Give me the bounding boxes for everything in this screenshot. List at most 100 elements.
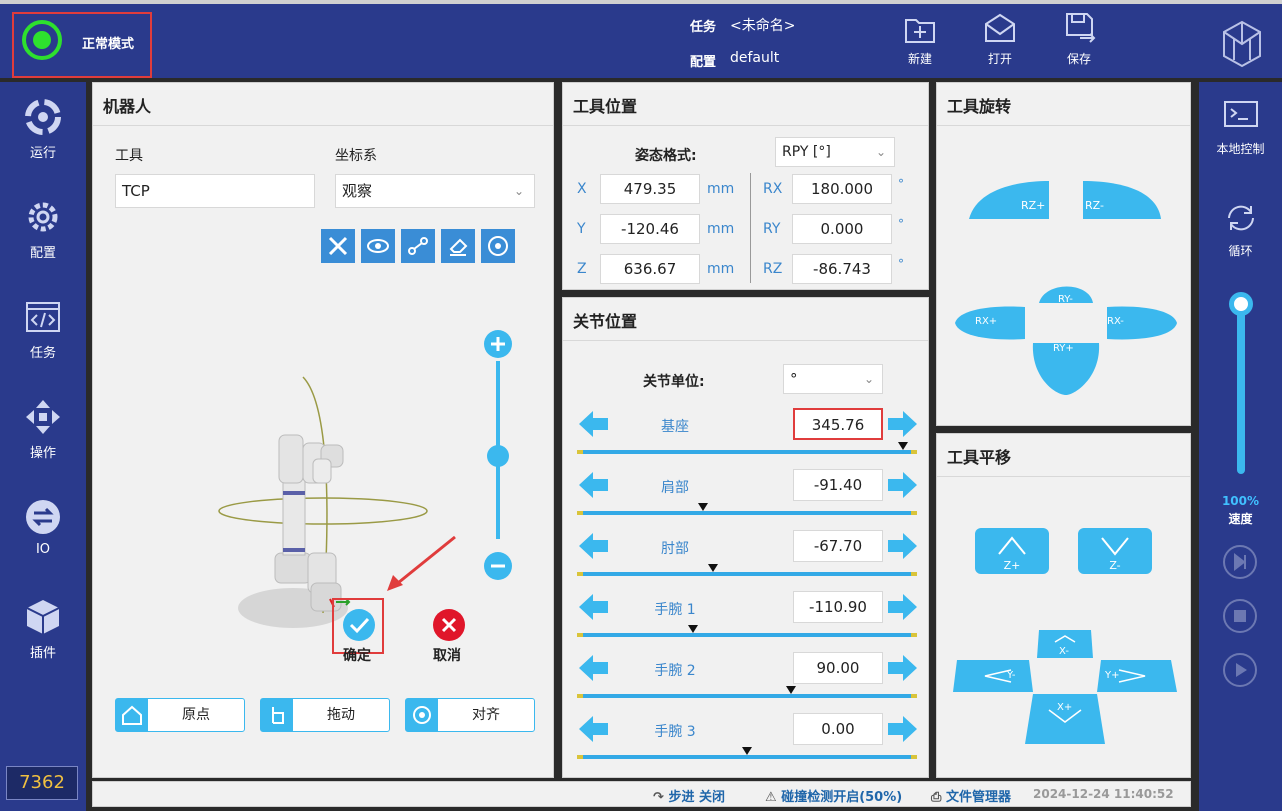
x-minus-label: X- [1059, 646, 1069, 657]
joint-value-field[interactable]: -110.90 [793, 591, 883, 623]
joint-increase-button[interactable] [887, 532, 919, 560]
joint-limit-marker [577, 511, 583, 515]
joint-name: 基座 [661, 419, 689, 435]
collision-status[interactable]: ⚠ 碰撞检测开启(50%) [765, 786, 902, 805]
joint-slider-track[interactable] [577, 450, 917, 454]
position-value-field[interactable]: -120.46 [600, 214, 700, 244]
collision-label: 碰撞检测开启(50%) [781, 790, 903, 805]
joint-slider-track[interactable] [577, 572, 917, 576]
joint-slider-marker[interactable] [708, 564, 718, 572]
joint-value-field[interactable]: 90.00 [793, 652, 883, 684]
joint-value-field[interactable]: -91.40 [793, 469, 883, 501]
joint-slider-marker[interactable] [742, 747, 752, 755]
tool-settings-button[interactable] [321, 229, 355, 263]
joint-decrease-button[interactable] [577, 532, 609, 560]
mode-label: 正常模式 [82, 37, 135, 52]
loop-button[interactable]: 循环 [1199, 200, 1282, 259]
counter-display: 7362 [6, 766, 78, 800]
rx-minus-label: RX- [1107, 316, 1124, 327]
right-sidebar: 本地控制 循环 100% 速度 [1199, 82, 1282, 811]
align-label: 对齐 [472, 707, 500, 723]
speed-value: 100% [1221, 494, 1260, 508]
joint-slider-marker[interactable] [898, 442, 908, 450]
rotation-value-field[interactable]: 0.000 [792, 214, 892, 244]
position-value-field[interactable]: 479.35 [600, 174, 700, 204]
frame-value: 观察 [342, 182, 373, 200]
joint-slider-marker[interactable] [688, 625, 698, 633]
speed-slider-track[interactable] [1237, 294, 1245, 474]
joint-limit-marker [911, 511, 917, 515]
z-plus-button[interactable]: Z+ [975, 528, 1049, 574]
joint-increase-button[interactable] [887, 715, 919, 743]
sidebar-item-task[interactable]: 任务 [0, 282, 86, 372]
confirm-button[interactable] [343, 609, 375, 641]
view-button[interactable] [361, 229, 395, 263]
joint-slider-track[interactable] [577, 694, 917, 698]
zoom-in-icon[interactable] [483, 329, 513, 359]
joint-value-field[interactable]: -67.70 [793, 530, 883, 562]
ry-plus-label: RY+ [1053, 343, 1074, 354]
play-icon[interactable] [1222, 652, 1258, 688]
speed-slider-thumb[interactable] [1229, 292, 1253, 316]
sidebar-item-io[interactable]: IO [0, 482, 86, 572]
step-forward-icon[interactable] [1222, 544, 1258, 580]
joint-increase-button[interactable] [887, 593, 919, 621]
joint-slider-marker[interactable] [698, 503, 708, 511]
degree-unit: ° [898, 217, 904, 231]
zoom-slider-thumb[interactable] [487, 445, 509, 467]
rotation-value-field[interactable]: 180.000 [792, 174, 892, 204]
joint-slider-track[interactable] [577, 633, 917, 637]
divider [750, 173, 751, 283]
eye-icon [367, 239, 389, 253]
sidebar-item-config[interactable]: 配置 [0, 182, 86, 272]
sidebar-item-run[interactable]: 运行 [0, 82, 86, 172]
sidebar-item-operate[interactable]: 操作 [0, 382, 86, 472]
top-bar: 正常模式 任务 <未命名> 配置 default 新建 打开 保存 [0, 0, 1282, 78]
joint-unit-select[interactable]: ° ⌄ [783, 364, 883, 394]
loop-icon [1227, 205, 1254, 231]
joint-slider-marker[interactable] [786, 686, 796, 694]
cancel-button[interactable] [433, 609, 465, 641]
z-minus-button[interactable]: Z- [1078, 528, 1152, 574]
new-button[interactable]: 新建 [890, 12, 950, 82]
save-button[interactable]: 保存 [1049, 12, 1109, 82]
home-label: 原点 [182, 707, 210, 723]
frame-select[interactable]: 观察 ⌄ [335, 174, 535, 208]
sidebar-item-plugin[interactable]: 插件 [0, 582, 86, 672]
rotation-value-field[interactable]: -86.743 [792, 254, 892, 284]
joint-slider-track[interactable] [577, 755, 917, 759]
open-button[interactable]: 打开 [970, 12, 1030, 82]
joint-slider-track[interactable] [577, 511, 917, 515]
joint-decrease-button[interactable] [577, 471, 609, 499]
joint-increase-button[interactable] [887, 471, 919, 499]
joint-limit-marker [911, 694, 917, 698]
joint-decrease-button[interactable] [577, 410, 609, 438]
joint-increase-button[interactable] [887, 654, 919, 682]
joint-value-field[interactable]: 0.00 [793, 713, 883, 745]
eraser-button[interactable] [441, 229, 475, 263]
y-minus-button[interactable] [953, 660, 1033, 692]
joint-value-field[interactable]: 345.76 [793, 408, 883, 440]
local-control-button[interactable]: 本地控制 [1199, 100, 1282, 157]
path-button[interactable] [401, 229, 435, 263]
file-manager-button[interactable]: ⎙ 文件管理器 [931, 786, 1011, 805]
loop-label: 循环 [1228, 244, 1253, 258]
sidebar-item-label: 操作 [29, 446, 56, 461]
format-label: 姿态格式: [635, 148, 697, 164]
stop-icon[interactable] [1222, 598, 1258, 634]
joint-decrease-button[interactable] [577, 593, 609, 621]
zoom-out-icon[interactable] [483, 551, 513, 581]
axis-label: X [577, 181, 587, 197]
joint-increase-button[interactable] [887, 410, 919, 438]
joint-decrease-button[interactable] [577, 715, 609, 743]
format-select[interactable]: RPY [°] ⌄ [775, 137, 895, 167]
rotate-view-button[interactable] [481, 229, 515, 263]
joint-decrease-button[interactable] [577, 654, 609, 682]
step-toggle[interactable]: ↷ 步进 关闭 [653, 786, 725, 805]
home-button[interactable]: 原点 [115, 698, 245, 732]
drag-button[interactable]: 拖动 [260, 698, 390, 732]
tool-position-panel: 工具位置 姿态格式: RPY [°] ⌄ X 479.35 mm RX 180.… [562, 82, 929, 290]
tool-field[interactable]: TCP [115, 174, 315, 208]
position-value-field[interactable]: 636.67 [600, 254, 700, 284]
align-button[interactable]: 对齐 [405, 698, 535, 732]
